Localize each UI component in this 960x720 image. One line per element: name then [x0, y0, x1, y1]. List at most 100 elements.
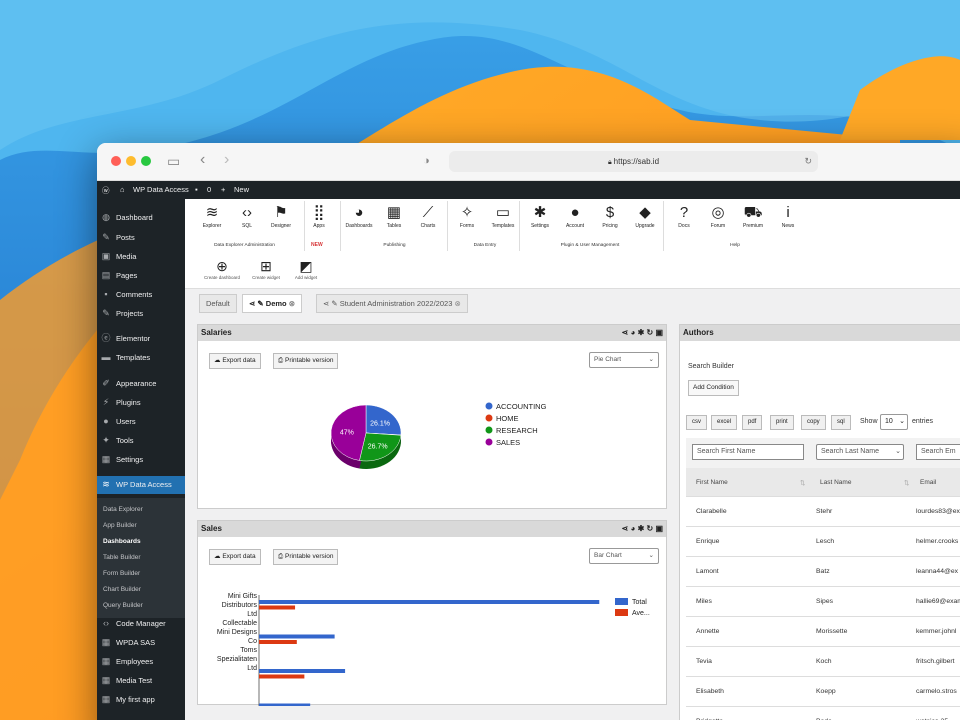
bar-total[interactable]: [259, 669, 346, 673]
table-row[interactable]: Tevia Koch fritsch.gilbert: [686, 646, 960, 676]
sidebar-item-media-test[interactable]: ▦ Media Test: [97, 672, 185, 690]
toolbar-upgrade-button[interactable]: ◆ Upgrade: [630, 203, 660, 229]
sidebar-item-comments[interactable]: ▪ Comments: [97, 286, 185, 304]
tab-demo[interactable]: ⋖ ✎ Demo ⊗: [242, 294, 303, 313]
site-name-link[interactable]: WP Data Access: [133, 185, 189, 194]
sidebar-item-pages[interactable]: ▤ Pages: [97, 267, 185, 285]
toolbar-dashboards-button[interactable]: ◕ Dashboards: [344, 203, 374, 229]
sidebar-item-plugins[interactable]: ⚡︎ Plugins: [97, 394, 185, 412]
toolbar-tables-button[interactable]: ▦ Tables: [379, 203, 409, 229]
toolbar-premium-button[interactable]: ⛟ Premium: [738, 203, 768, 229]
add-widget-button[interactable]: ◩ Add widget: [287, 257, 325, 280]
search-last-name-select[interactable]: Search Last Name ⌄: [816, 444, 904, 460]
add-condition-button[interactable]: Add Condition: [688, 380, 739, 396]
sidebar-toggle-icon[interactable]: ▭: [167, 153, 180, 170]
maximize-window-button[interactable]: [141, 156, 151, 166]
toolbar-charts-button[interactable]: ⟋ Charts: [413, 203, 443, 229]
pin-icon: ✎: [102, 308, 110, 318]
copy-export-button[interactable]: copy: [801, 415, 826, 430]
sidebar-item-templates[interactable]: ▬ Templates: [97, 349, 185, 367]
shield-icon[interactable]: ◑: [423, 155, 430, 167]
column-first-name[interactable]: First Name: [696, 479, 728, 486]
toolbar-apps-button[interactable]: ⣿ Apps: [304, 203, 334, 229]
close-tab-icon[interactable]: ⊗: [454, 299, 460, 308]
forward-icon[interactable]: ›: [224, 151, 229, 169]
sidebar-item-my-first-app[interactable]: ▦ My first app: [97, 691, 185, 709]
toolbar-designer-button[interactable]: ⚑ Designer: [266, 203, 296, 229]
table-row[interactable]: Annette Morissette kemmer.johnl: [686, 616, 960, 646]
sidebar-item-projects[interactable]: ✎ Projects: [97, 305, 185, 323]
bar-ave[interactable]: [259, 605, 296, 610]
wordpress-logo-icon[interactable]: ⓦ: [102, 185, 110, 196]
sort-icon[interactable]: ⇅: [800, 479, 805, 487]
search-first-name-input[interactable]: Search First Name: [692, 444, 804, 460]
table-row[interactable]: Elisabeth Koepp carmelo.stros: [686, 676, 960, 706]
toolbar-news-button[interactable]: i News: [773, 203, 803, 229]
sidebar-item-users[interactable]: ● Users: [97, 413, 185, 431]
toolbar-forms-button[interactable]: ✧ Forms: [452, 203, 482, 229]
table-row[interactable]: Clarabelle Stehr lourdes83@ex: [686, 496, 960, 526]
column-email[interactable]: Email: [920, 479, 936, 486]
sql-export-button[interactable]: sql: [831, 415, 851, 430]
csv-export-button[interactable]: csv: [686, 415, 707, 430]
tab-default[interactable]: Default: [199, 294, 237, 313]
print-export-button[interactable]: print: [770, 415, 794, 430]
bar-total[interactable]: [259, 600, 600, 604]
entries-select[interactable]: 10 ⌄: [880, 414, 908, 430]
table-row[interactable]: Lamont Batz leanna44@ex: [686, 556, 960, 586]
table-row[interactable]: Miles Sipes hallie69@exam: [686, 586, 960, 616]
submenu-app-builder[interactable]: App Builder: [103, 522, 137, 529]
submenu-query-builder[interactable]: Query Builder: [103, 602, 143, 609]
table-row[interactable]: BridgetteBodewatsica.25: [686, 706, 960, 720]
gear-icon: ✱: [533, 204, 547, 221]
sidebar-item-posts[interactable]: ✎ Posts: [97, 229, 185, 247]
column-last-name[interactable]: Last Name: [820, 479, 851, 486]
sidebar-item-tools[interactable]: ✦ Tools: [97, 432, 185, 450]
submenu-chart-builder[interactable]: Chart Builder: [103, 586, 141, 593]
address-bar[interactable]: 🔒︎ https://sab.id ↻: [449, 151, 818, 172]
submenu-data-explorer[interactable]: Data Explorer: [103, 506, 143, 513]
close-window-button[interactable]: [111, 156, 121, 166]
comment-count[interactable]: 0: [207, 185, 211, 194]
toolbar-docs-button[interactable]: ? Docs: [669, 203, 699, 229]
toolbar-templates-button[interactable]: ▭ Templates: [488, 203, 518, 229]
bar-total[interactable]: [259, 634, 335, 639]
submenu-table-builder[interactable]: Table Builder: [103, 554, 141, 561]
toolbar-sql-button[interactable]: ‹› SQL: [232, 203, 262, 229]
toolbar-forum-button[interactable]: ◎ Forum: [703, 203, 733, 229]
sidebar-item-appearance[interactable]: ✐ Appearance: [97, 375, 185, 393]
bar-ave[interactable]: [259, 640, 297, 644]
sidebar-item-dashboard[interactable]: ◍ Dashboard: [97, 209, 185, 227]
sidebar-item-employees[interactable]: ▦ Employees: [97, 653, 185, 671]
back-icon[interactable]: ‹: [200, 151, 205, 169]
minimize-window-button[interactable]: [126, 156, 136, 166]
pdf-export-button[interactable]: pdf: [742, 415, 763, 430]
toolbar-account-button[interactable]: ● Account: [560, 203, 590, 229]
submenu-dashboards[interactable]: Dashboards: [103, 538, 141, 545]
new-link[interactable]: New: [234, 185, 249, 194]
comment-icon[interactable]: ▪: [195, 185, 198, 194]
toolbar-explorer-button[interactable]: ≋ Explorer: [197, 203, 227, 229]
create-widget-button[interactable]: ⊞ Create widget: [247, 257, 285, 280]
create-dashboard-button[interactable]: ⊕ Create dashboard: [203, 257, 241, 280]
excel-export-button[interactable]: excel: [711, 415, 738, 430]
table-row[interactable]: Enrique Lesch helmer.crooks: [686, 526, 960, 556]
sidebar-item-wpda-sas[interactable]: ▦ WPDA SAS: [97, 634, 185, 652]
search-email-input[interactable]: Search Em: [916, 444, 960, 460]
bar-total[interactable]: [259, 703, 311, 707]
toolbar-pricing-button[interactable]: $ Pricing: [595, 203, 625, 229]
tab-student-administration[interactable]: ⋖ ✎ Student Administration 2022/2023 ⊗: [316, 294, 468, 313]
plus-icon[interactable]: +: [221, 185, 225, 194]
close-tab-icon[interactable]: ⊗: [289, 299, 295, 308]
reload-icon[interactable]: ↻: [804, 151, 812, 172]
sidebar-item-media[interactable]: ▣ Media: [97, 248, 185, 266]
toolbar-settings-button[interactable]: ✱ Settings: [525, 203, 555, 229]
sidebar-item-elementor[interactable]: ⓔ Elementor: [97, 330, 185, 348]
first-name-cell: Tevia: [696, 658, 712, 665]
submenu-form-builder[interactable]: Form Builder: [103, 570, 140, 577]
sort-icon[interactable]: ⇅: [904, 479, 909, 487]
sidebar-item-wp-data-access[interactable]: ≋ WP Data Access: [97, 476, 185, 494]
home-icon[interactable]: ⌂: [120, 185, 125, 194]
bar-ave[interactable]: [259, 674, 305, 679]
sidebar-item-settings[interactable]: ▦ Settings: [97, 451, 185, 469]
